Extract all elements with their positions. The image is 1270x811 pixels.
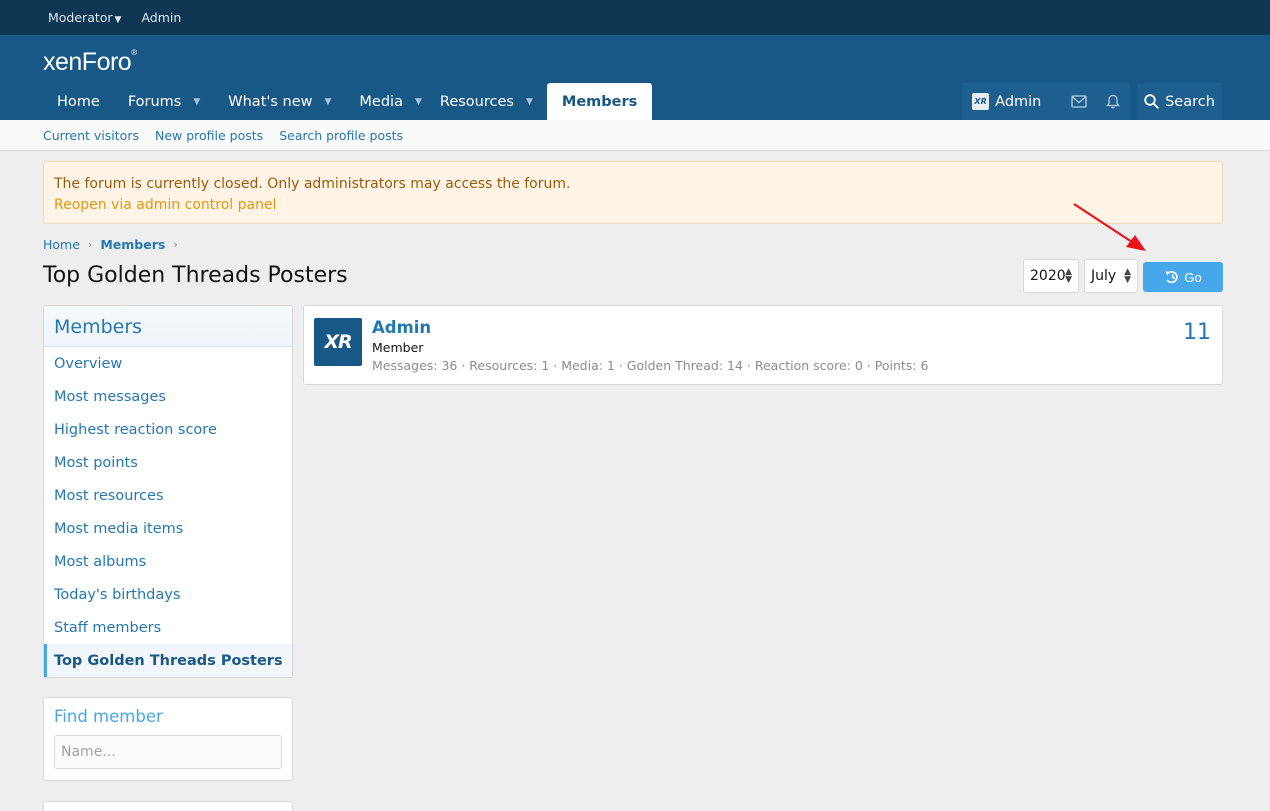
sidebar-item-most-messages[interactable]: Most messages bbox=[44, 380, 292, 413]
sidebar-item-overview[interactable]: Overview bbox=[44, 347, 292, 380]
bell-icon[interactable] bbox=[1096, 94, 1130, 109]
go-label: Go bbox=[1184, 269, 1202, 285]
subnav-new-profile-posts[interactable]: New profile posts bbox=[155, 128, 263, 143]
subnav-search-profile-posts[interactable]: Search profile posts bbox=[279, 128, 403, 143]
forum-closed-notice: The forum is currently closed. Only admi… bbox=[43, 161, 1223, 224]
inbox-icon[interactable] bbox=[1061, 95, 1095, 108]
nav-tab-members[interactable]: Members bbox=[546, 83, 653, 120]
user-nav-group: XR Admin bbox=[962, 83, 1130, 120]
nav-tab-media[interactable]: Media ▼ bbox=[345, 83, 425, 120]
user-avatar[interactable]: XR bbox=[972, 93, 990, 110]
member-avatar[interactable]: XR bbox=[314, 318, 362, 366]
sidebar-item-most-points[interactable]: Most points bbox=[44, 446, 292, 479]
chevron-down-icon[interactable]: ▼ bbox=[415, 97, 422, 107]
notice-message: The forum is currently closed. Only admi… bbox=[54, 176, 571, 192]
main-nav: Home Forums ▼ What's new ▼ Media ▼ Resource… bbox=[43, 83, 653, 120]
golden-threads-count: 11 bbox=[1183, 320, 1211, 345]
page-title: Top Golden Threads Posters bbox=[43, 263, 348, 288]
staff-bar: Moderator ▼ Admin bbox=[0, 0, 1270, 35]
chevron-right-icon: › bbox=[87, 238, 93, 251]
month-select[interactable]: July ▲ ▼ bbox=[1084, 259, 1138, 293]
site-logo[interactable]: xenForo® bbox=[43, 48, 137, 77]
chevron-down-icon[interactable]: ▼ bbox=[526, 97, 533, 107]
caret-down-icon: ▼ bbox=[114, 15, 122, 25]
sidebar-item-most-media-items[interactable]: Most media items bbox=[44, 512, 292, 545]
search-button[interactable]: Search bbox=[1137, 83, 1222, 120]
subnav-current-visitors[interactable]: Current visitors bbox=[43, 128, 139, 143]
chevron-down-icon[interactable]: ▼ bbox=[193, 97, 200, 107]
nav-tab-forums[interactable]: Forums ▼ bbox=[114, 83, 214, 120]
sidebar-item-highest-reaction-score[interactable]: Highest reaction score bbox=[44, 413, 292, 446]
find-member-box: Find member bbox=[43, 697, 293, 781]
chevron-right-icon: › bbox=[173, 238, 178, 251]
sidebar-item-most-albums[interactable]: Most albums bbox=[44, 545, 292, 578]
sidebar-block bbox=[43, 801, 293, 811]
nav-tab-resources[interactable]: Resources ▼ bbox=[426, 83, 547, 120]
site-header: xenForo® Home Forums ▼ What's new ▼ Media ▼… bbox=[0, 35, 1270, 120]
sidebar-item-todays-birthdays[interactable]: Today's birthdays bbox=[44, 578, 292, 611]
member-list-item: XR Admin Member Messages: 36 · Resources… bbox=[303, 305, 1223, 385]
chevron-down-icon[interactable]: ▼ bbox=[325, 97, 332, 107]
nav-tab-home[interactable]: Home bbox=[43, 83, 114, 120]
sub-nav: Current visitors New profile posts Searc… bbox=[0, 120, 1270, 151]
red-arrow-annotation bbox=[1073, 203, 1146, 251]
reopen-link[interactable]: Reopen via admin control panel bbox=[54, 195, 1212, 216]
search-label: Search bbox=[1165, 93, 1215, 110]
year-value: 2020 bbox=[1030, 268, 1066, 284]
breadcrumb-home[interactable]: Home bbox=[43, 237, 80, 252]
sidebar-item-most-resources[interactable]: Most resources bbox=[44, 479, 292, 512]
sort-arrows-icon: ▲ ▼ bbox=[1124, 267, 1131, 285]
sidebar-item-staff-members[interactable]: Staff members bbox=[44, 611, 292, 644]
member-name-link[interactable]: Admin bbox=[372, 318, 431, 337]
member-stats: Messages: 36 · Resources: 1 · Media: 1 ·… bbox=[372, 358, 929, 373]
nav-tab-whats-new[interactable]: What's new ▼ bbox=[214, 83, 345, 120]
members-sidebar: Members Overview Most messages Highest r… bbox=[43, 305, 293, 678]
sidebar-item-top-golden-threads-posters[interactable]: Top Golden Threads Posters bbox=[44, 644, 292, 677]
admin-link[interactable]: Admin bbox=[141, 10, 181, 25]
year-select[interactable]: 2020 ▲ ▼ bbox=[1023, 259, 1079, 293]
month-value: July bbox=[1091, 268, 1117, 284]
breadcrumb: Home › Members › bbox=[43, 237, 178, 252]
find-member-title: Find member bbox=[54, 707, 163, 726]
moderator-menu[interactable]: Moderator ▼ bbox=[48, 10, 121, 25]
sort-arrows-icon: ▲ ▼ bbox=[1065, 267, 1072, 285]
go-button[interactable]: Go bbox=[1143, 262, 1223, 292]
search-icon bbox=[1144, 94, 1159, 109]
breadcrumb-members[interactable]: Members bbox=[100, 237, 165, 252]
history-icon bbox=[1165, 270, 1179, 284]
sidebar-title: Members bbox=[44, 306, 292, 347]
user-name-link[interactable]: Admin bbox=[995, 94, 1041, 110]
member-role: Member bbox=[372, 340, 424, 355]
member-name-input[interactable] bbox=[54, 735, 282, 769]
